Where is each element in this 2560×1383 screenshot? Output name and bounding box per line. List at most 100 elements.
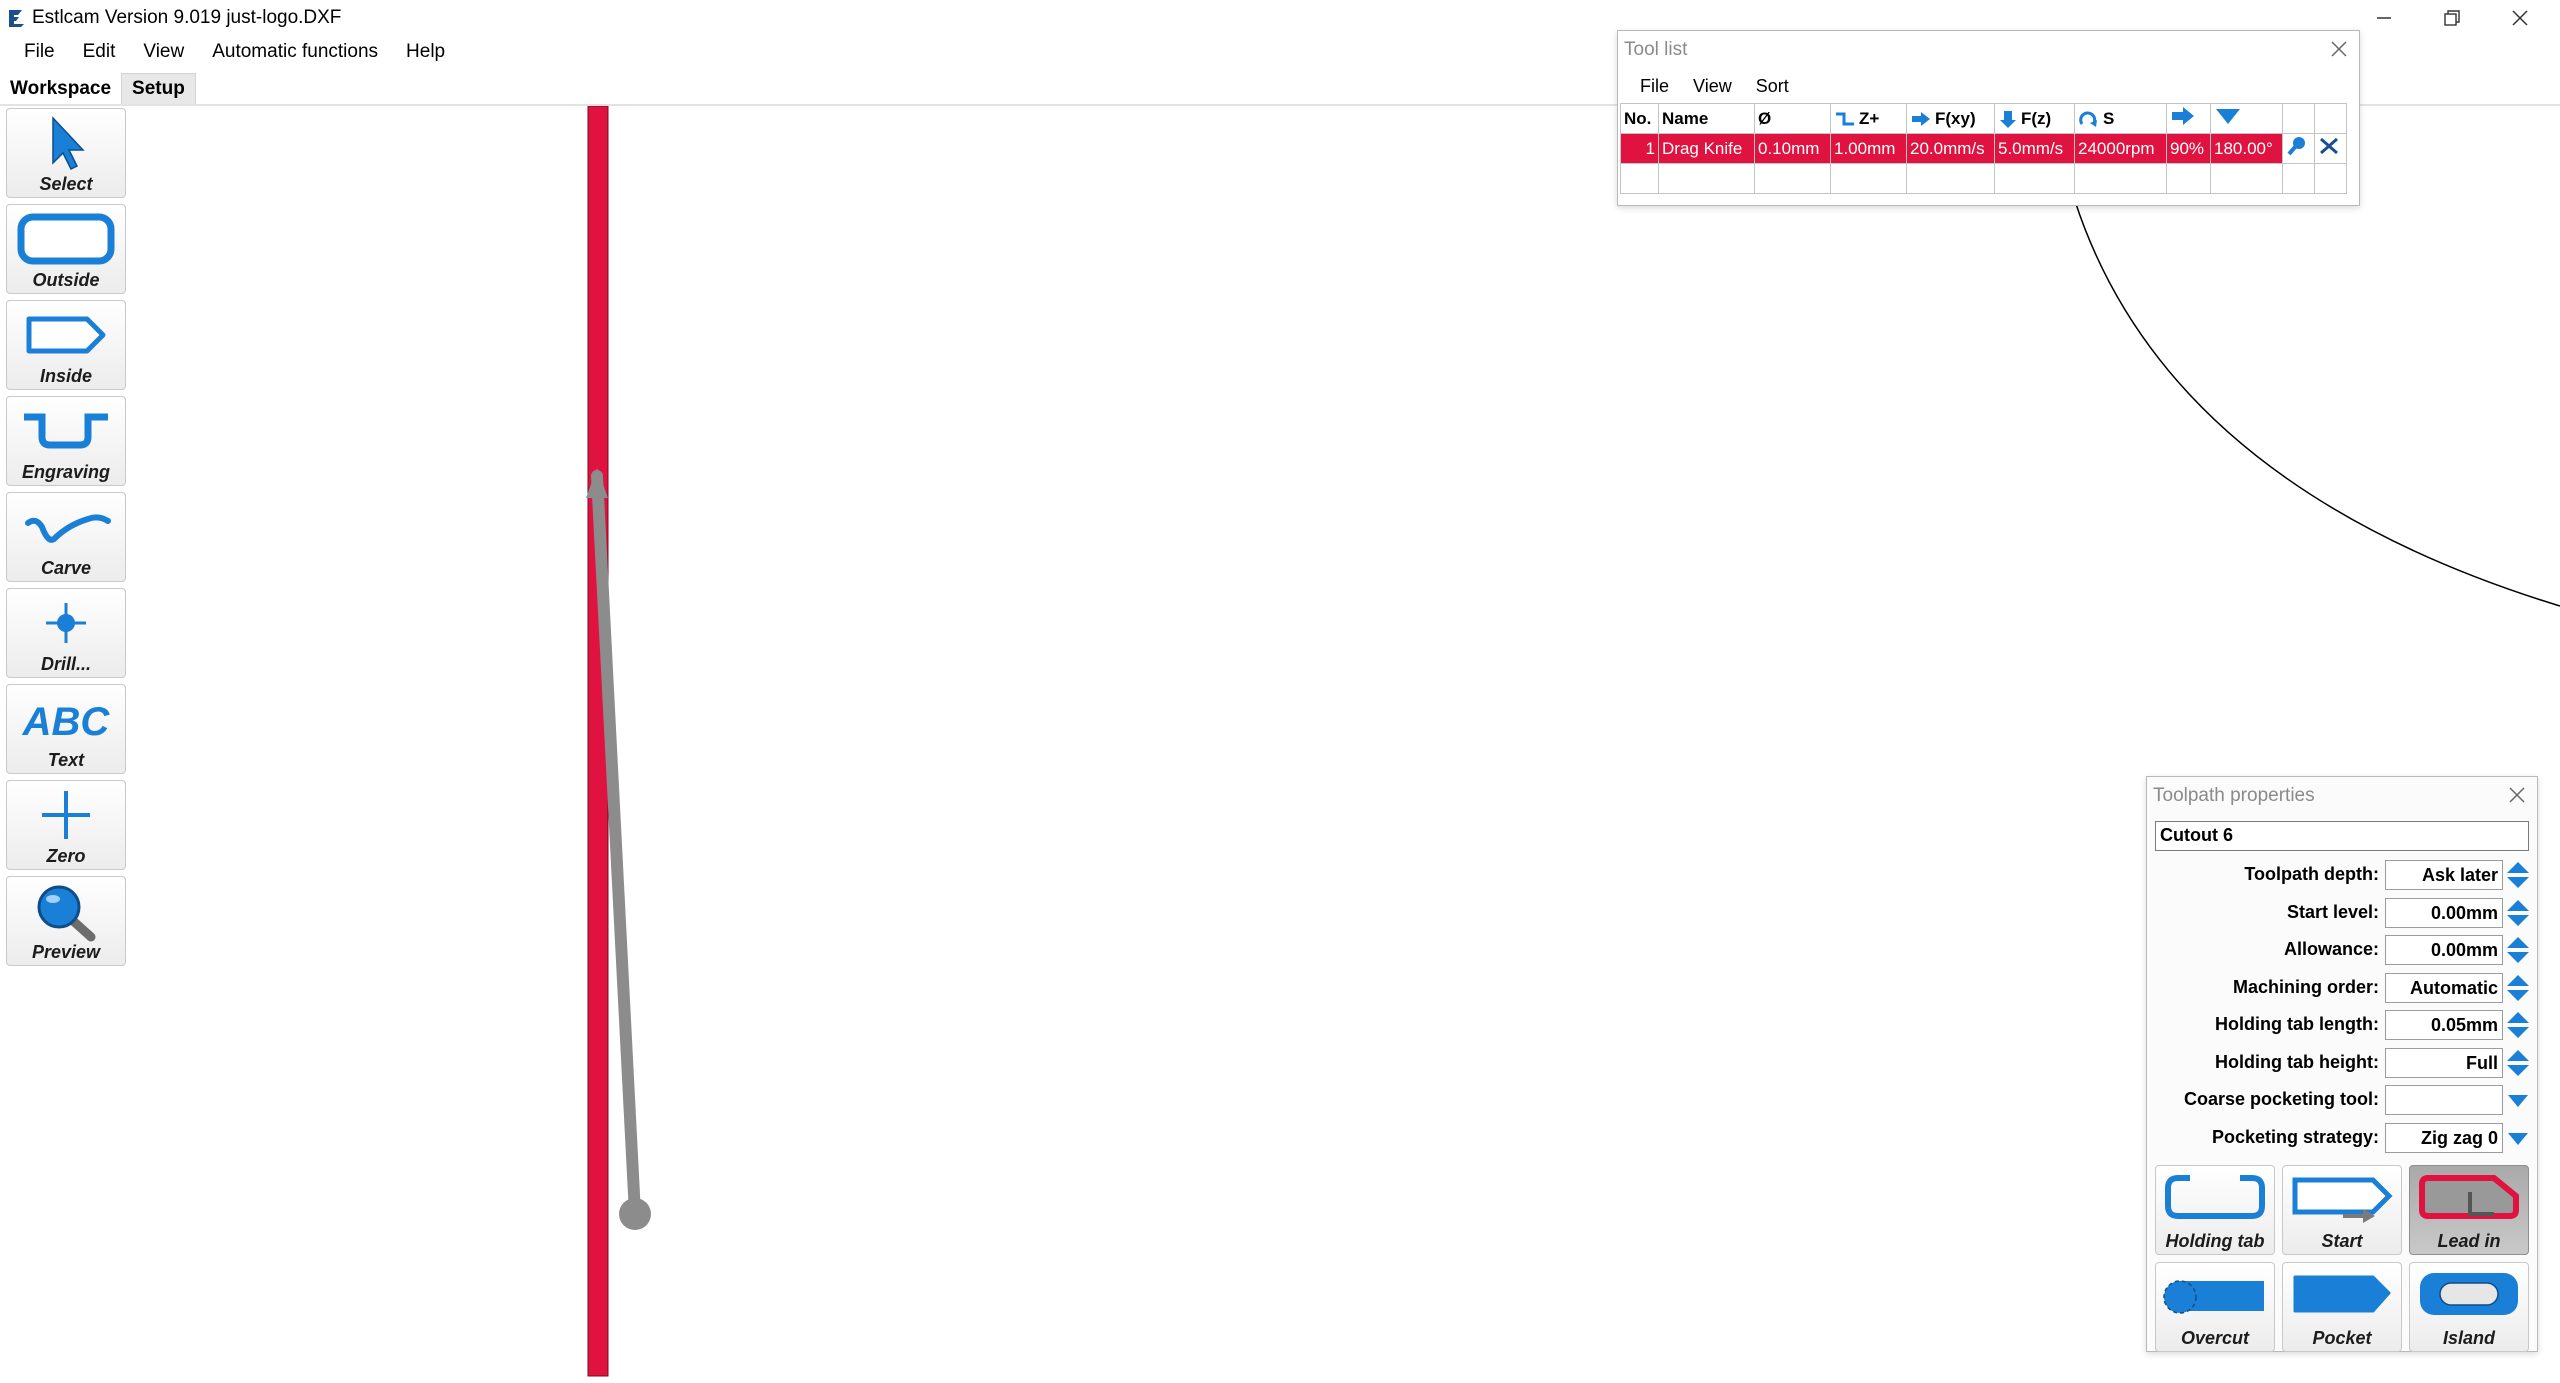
col-plunge-ratio[interactable] bbox=[2166, 103, 2211, 134]
tool-list-menu-sort[interactable]: Sort bbox=[1744, 76, 1801, 97]
machining-order-field[interactable]: Automatic bbox=[2385, 973, 2503, 1003]
menu-edit[interactable]: Edit bbox=[69, 41, 130, 63]
pocketing-strategy-select[interactable]: Zig zag 0 bbox=[2385, 1123, 2503, 1153]
inside-button[interactable]: Inside bbox=[6, 300, 126, 390]
holding-tab-label: Holding tab bbox=[2165, 1231, 2265, 1251]
engraving-label: Engraving bbox=[21, 462, 110, 482]
pocket-button[interactable]: Pocket bbox=[2282, 1262, 2402, 1352]
spin-updown-icon[interactable] bbox=[2505, 860, 2531, 890]
pocket-label: Pocket bbox=[2312, 1328, 2372, 1348]
col-fxy[interactable]: F(xy) bbox=[1906, 103, 1995, 134]
menu-help[interactable]: Help bbox=[392, 41, 459, 63]
table-row[interactable]: 1 Drag Knife 0.10mm 1.00mm 20.0mm/s 5.0m… bbox=[1620, 133, 2347, 164]
select-label: Select bbox=[39, 174, 93, 194]
engraving-button[interactable]: Engraving bbox=[6, 396, 126, 486]
prop-row-holding-tab-length: Holding tab length: 0.05mm bbox=[2147, 1009, 2539, 1041]
table-row[interactable] bbox=[1620, 163, 2347, 194]
start-point-icon bbox=[2292, 1177, 2393, 1223]
holding-tab-icon bbox=[2165, 1175, 2265, 1219]
col-delete bbox=[2314, 103, 2347, 134]
island-label: Island bbox=[2442, 1328, 2495, 1348]
cell-angle: 180.00° bbox=[2210, 133, 2283, 164]
coarse-pocketing-tool-select[interactable] bbox=[2385, 1085, 2503, 1115]
holding-tab-button[interactable]: Holding tab bbox=[2155, 1165, 2275, 1255]
arrow-down-icon bbox=[2000, 110, 2016, 128]
col-no[interactable]: No. bbox=[1620, 103, 1659, 134]
drill-button[interactable]: Drill... bbox=[6, 588, 126, 678]
restore-button[interactable] bbox=[2418, 0, 2486, 36]
menu-view[interactable]: View bbox=[129, 41, 198, 63]
step-down-icon bbox=[1836, 112, 1854, 125]
dropdown-arrow-icon[interactable] bbox=[2505, 1123, 2531, 1153]
zero-plus-icon bbox=[42, 791, 90, 839]
preview-button[interactable]: Preview bbox=[6, 876, 126, 966]
allowance-label: Allowance: bbox=[2283, 939, 2379, 959]
tab-workspace[interactable]: Workspace bbox=[0, 74, 122, 106]
tab-setup[interactable]: Setup bbox=[121, 73, 196, 106]
tool-list-close-icon[interactable] bbox=[2329, 39, 2349, 59]
preview-label: Preview bbox=[31, 942, 101, 962]
holding-tab-length-field[interactable]: 0.05mm bbox=[2385, 1010, 2503, 1040]
lead-in-start-point[interactable] bbox=[619, 1198, 651, 1230]
spin-updown-icon[interactable] bbox=[2505, 1048, 2531, 1078]
col-diameter[interactable]: Ø bbox=[1754, 103, 1831, 134]
zero-button[interactable]: Zero bbox=[6, 780, 126, 870]
lead-in-icon bbox=[2419, 1175, 2519, 1219]
prop-row-holding-tab-height: Holding tab height: Full bbox=[2147, 1047, 2539, 1079]
toolpath-depth-label: Toolpath depth: bbox=[2244, 864, 2379, 884]
minimize-button[interactable] bbox=[2350, 0, 2418, 36]
close-button[interactable] bbox=[2486, 0, 2554, 36]
island-button[interactable]: Island bbox=[2409, 1262, 2529, 1352]
toolpath-name-field[interactable]: Cutout 6 bbox=[2155, 821, 2529, 851]
tool-list-title: Tool list bbox=[1624, 39, 1688, 60]
toolpath-properties-titlebar: Toolpath properties bbox=[2147, 777, 2537, 815]
cell-fxy: 20.0mm/s bbox=[1906, 133, 1995, 164]
v-angle-icon bbox=[2216, 109, 2240, 124]
restore-icon bbox=[2444, 10, 2460, 26]
allowance-field[interactable]: 0.00mm bbox=[2385, 935, 2503, 965]
col-zplus[interactable]: Z+ bbox=[1830, 103, 1907, 134]
close-icon bbox=[2512, 10, 2528, 26]
cell-zplus: 1.00mm bbox=[1830, 133, 1907, 164]
text-label: Text bbox=[47, 750, 85, 770]
prop-row-machining-order: Machining order: Automatic bbox=[2147, 972, 2539, 1004]
dropdown-arrow-icon[interactable] bbox=[2505, 1085, 2531, 1115]
prop-row-start-level: Start level: 0.00mm bbox=[2147, 897, 2539, 929]
outside-contour-icon bbox=[17, 213, 115, 265]
select-button[interactable]: Select bbox=[6, 108, 126, 198]
col-spindle[interactable]: S bbox=[2074, 103, 2167, 134]
edit-tool-button[interactable] bbox=[2282, 133, 2315, 164]
outside-button[interactable]: Outside bbox=[6, 204, 126, 294]
col-angle[interactable] bbox=[2210, 103, 2283, 134]
text-button[interactable]: ABC Text bbox=[6, 684, 126, 774]
toolpath-properties-close-icon[interactable] bbox=[2507, 785, 2527, 805]
engraving-icon bbox=[24, 413, 108, 449]
col-name[interactable]: Name bbox=[1658, 103, 1755, 134]
overcut-button[interactable]: Overcut bbox=[2155, 1262, 2275, 1352]
tool-list-menu-view[interactable]: View bbox=[1681, 76, 1744, 97]
start-level-field[interactable]: 0.00mm bbox=[2385, 898, 2503, 928]
part-contour-arc[interactable] bbox=[2074, 200, 2560, 607]
menu-file[interactable]: File bbox=[10, 41, 69, 63]
tool-list-menu-file[interactable]: File bbox=[1628, 76, 1681, 97]
col-fz[interactable]: F(z) bbox=[1994, 103, 2075, 134]
toolpath-properties-title: Toolpath properties bbox=[2153, 785, 2315, 806]
menu-automatic-functions[interactable]: Automatic functions bbox=[198, 41, 392, 63]
lead-in-label: Lead in bbox=[2437, 1231, 2501, 1251]
zero-label: Zero bbox=[46, 846, 86, 866]
tool-table-header: No. Name Ø Z+ F(xy) F(z) S bbox=[1620, 103, 2347, 134]
carve-label: Carve bbox=[40, 558, 92, 578]
toolpath-depth-field[interactable]: Ask later bbox=[2385, 860, 2503, 890]
lead-in-button[interactable]: Lead in bbox=[2409, 1165, 2529, 1255]
overcut-label: Overcut bbox=[2180, 1328, 2250, 1348]
holding-tab-height-field[interactable]: Full bbox=[2385, 1048, 2503, 1078]
carve-button[interactable]: Carve bbox=[6, 492, 126, 582]
delete-tool-button[interactable] bbox=[2314, 133, 2347, 164]
spin-updown-icon[interactable] bbox=[2505, 973, 2531, 1003]
drill-label: Drill... bbox=[40, 654, 91, 674]
spin-updown-icon[interactable] bbox=[2505, 898, 2531, 928]
start-button[interactable]: Start bbox=[2282, 1165, 2402, 1255]
spin-updown-icon[interactable] bbox=[2505, 935, 2531, 965]
spin-updown-icon[interactable] bbox=[2505, 1010, 2531, 1040]
cell-spindle: 24000rpm bbox=[2074, 133, 2167, 164]
